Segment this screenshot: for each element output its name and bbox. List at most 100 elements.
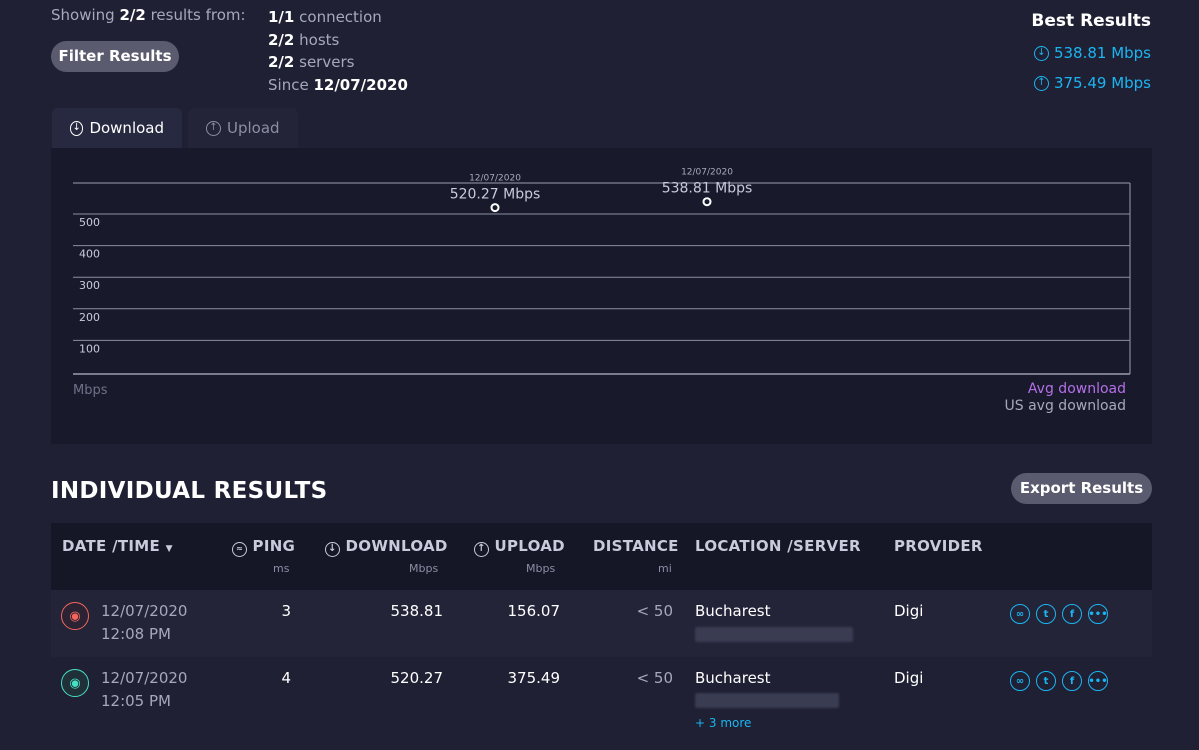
filter-results-button[interactable]: Filter Results	[51, 41, 179, 72]
col-download-label: DOWNLOAD	[345, 537, 448, 555]
col-download-unit: Mbps	[409, 562, 439, 575]
best-download-value: 538.81 Mbps	[1053, 44, 1151, 62]
servers-stat: 2/2 servers	[268, 51, 408, 74]
data-point-date: 12/07/2020	[681, 168, 733, 178]
result-time: 12:08 PM	[101, 625, 171, 643]
more-servers-link[interactable]: + 3 more	[695, 716, 751, 730]
best-upload-value: 375.49 Mbps	[1053, 74, 1151, 92]
tab-download[interactable]: ↓ Download	[52, 108, 182, 148]
table-row[interactable]: ◉ 12/07/2020 12:05 PM 4 520.27 375.49 < …	[51, 657, 1152, 737]
table-header: DATE /TIME ▼ ≈ PING ms ↓ DOWNLOAD Mbps ↑…	[51, 523, 1152, 590]
col-location-label: LOCATION /SERVER	[695, 537, 861, 555]
col-download[interactable]: ↓ DOWNLOAD	[325, 537, 448, 557]
facebook-icon[interactable]: f	[1062, 671, 1082, 691]
result-download: 520.27	[390, 669, 444, 687]
col-provider-label: PROVIDER	[894, 537, 983, 555]
result-provider: Digi	[894, 602, 924, 620]
tab-download-label: Download	[89, 119, 164, 137]
col-distance-unit: mi	[658, 562, 672, 575]
download-arrow-icon: ↓	[70, 120, 84, 136]
best-download: ↓ 538.81 Mbps	[1033, 44, 1151, 62]
y-tick-label: 300	[79, 279, 100, 292]
col-datetime-label: DATE /TIME	[62, 537, 161, 555]
servers-label: servers	[299, 53, 355, 71]
data-point	[702, 197, 712, 207]
result-time: 12:05 PM	[101, 692, 171, 710]
more-icon[interactable]: •••	[1088, 671, 1108, 691]
hosts-count: 2/2	[268, 30, 295, 49]
upload-arrow-icon: ↑	[1033, 75, 1049, 91]
results-summary: Showing 2/2 results from:	[51, 6, 246, 24]
y-tick-label: 500	[79, 216, 100, 229]
data-point-label: 520.27 Mbps	[450, 187, 541, 203]
link-icon[interactable]: ∞	[1010, 671, 1030, 691]
y-tick-label: 400	[79, 248, 100, 261]
hosts-label: hosts	[299, 30, 340, 49]
col-ping-unit: ms	[273, 562, 290, 575]
connection-label: connection	[299, 8, 382, 26]
col-upload-label: UPLOAD	[494, 537, 565, 555]
result-upload: 156.07	[507, 602, 561, 620]
result-location: Bucharest	[695, 669, 771, 687]
more-icon[interactable]: •••	[1088, 604, 1108, 624]
col-location[interactable]: LOCATION /SERVER	[695, 537, 861, 555]
best-upload: ↑ 375.49 Mbps	[1033, 74, 1151, 92]
download-arrow-icon: ↓	[1033, 45, 1049, 61]
y-tick-label: 100	[79, 342, 100, 355]
table-row[interactable]: ◉ 12/07/2020 12:08 PM 3 538.81 156.07 < …	[51, 590, 1152, 657]
result-distance: < 50	[636, 669, 673, 687]
export-results-button[interactable]: Export Results	[1011, 473, 1152, 504]
since-stat: Since 12/07/2020	[268, 74, 408, 97]
facebook-icon[interactable]: f	[1062, 604, 1082, 624]
server-name-redacted	[695, 627, 853, 642]
legend-avg-download: Avg download	[1027, 381, 1126, 397]
result-download: 538.81	[390, 602, 444, 620]
sort-desc-icon: ▼	[165, 544, 173, 554]
result-stats: 1/1 connection 2/2 hosts 2/2 servers Sin…	[268, 6, 408, 96]
result-ping: 4	[281, 669, 291, 687]
result-location: Bucharest	[695, 602, 771, 620]
tab-upload-label: Upload	[227, 119, 280, 137]
tab-upload[interactable]: ↑ Upload	[188, 108, 298, 148]
col-datetime[interactable]: DATE /TIME ▼	[62, 537, 173, 555]
y-axis-label: Mbps	[73, 383, 108, 398]
showing-count: 2/2	[119, 6, 146, 24]
showing-prefix: Showing	[51, 6, 115, 24]
download-chart: 100 200 300 400 500 Mbps 12/07/2020 520.27 Mbps…	[51, 148, 1152, 444]
y-tick-label: 200	[79, 311, 100, 324]
connection-count: 1/1	[268, 8, 295, 26]
ping-icon: ≈	[232, 541, 247, 557]
result-upload: 375.49	[507, 669, 561, 687]
connection-stat: 1/1 connection	[268, 6, 408, 29]
col-distance[interactable]: DISTANCE	[593, 537, 679, 555]
server-name-redacted	[695, 693, 839, 708]
best-results-title: Best Results	[1031, 11, 1151, 31]
legend-us-avg-download: US avg download	[1004, 398, 1126, 414]
results-table: DATE /TIME ▼ ≈ PING ms ↓ DOWNLOAD Mbps ↑…	[51, 523, 1152, 737]
data-point-label: 538.81 Mbps	[662, 181, 753, 197]
individual-results-title: INDIVIDUAL RESULTS	[51, 478, 328, 504]
col-upload[interactable]: ↑ UPLOAD	[474, 537, 565, 557]
hosts-stat: 2/2 hosts	[268, 29, 408, 52]
col-provider[interactable]: PROVIDER	[894, 537, 983, 555]
wifi-icon: ◉	[61, 602, 89, 630]
wifi-icon: ◉	[61, 669, 89, 697]
chart-svg: 100 200 300 400 500 Mbps 12/07/2020 520.27 Mbps…	[73, 168, 1131, 398]
upload-arrow-icon: ↑	[206, 120, 221, 136]
col-ping-label: PING	[252, 537, 296, 555]
result-date: 12/07/2020	[101, 602, 188, 620]
servers-count: 2/2	[268, 53, 295, 71]
share-actions: ∞ t f •••	[1010, 671, 1108, 691]
result-ping: 3	[281, 602, 291, 620]
col-upload-unit: Mbps	[526, 562, 556, 575]
download-arrow-icon: ↓	[325, 541, 340, 557]
twitter-icon[interactable]: t	[1036, 604, 1056, 624]
col-ping[interactable]: ≈ PING	[232, 537, 295, 557]
data-point	[490, 203, 500, 213]
result-distance: < 50	[636, 602, 673, 620]
link-icon[interactable]: ∞	[1010, 604, 1030, 624]
share-actions: ∞ t f •••	[1010, 604, 1108, 624]
upload-arrow-icon: ↑	[474, 541, 489, 557]
twitter-icon[interactable]: t	[1036, 671, 1056, 691]
result-provider: Digi	[894, 669, 924, 687]
